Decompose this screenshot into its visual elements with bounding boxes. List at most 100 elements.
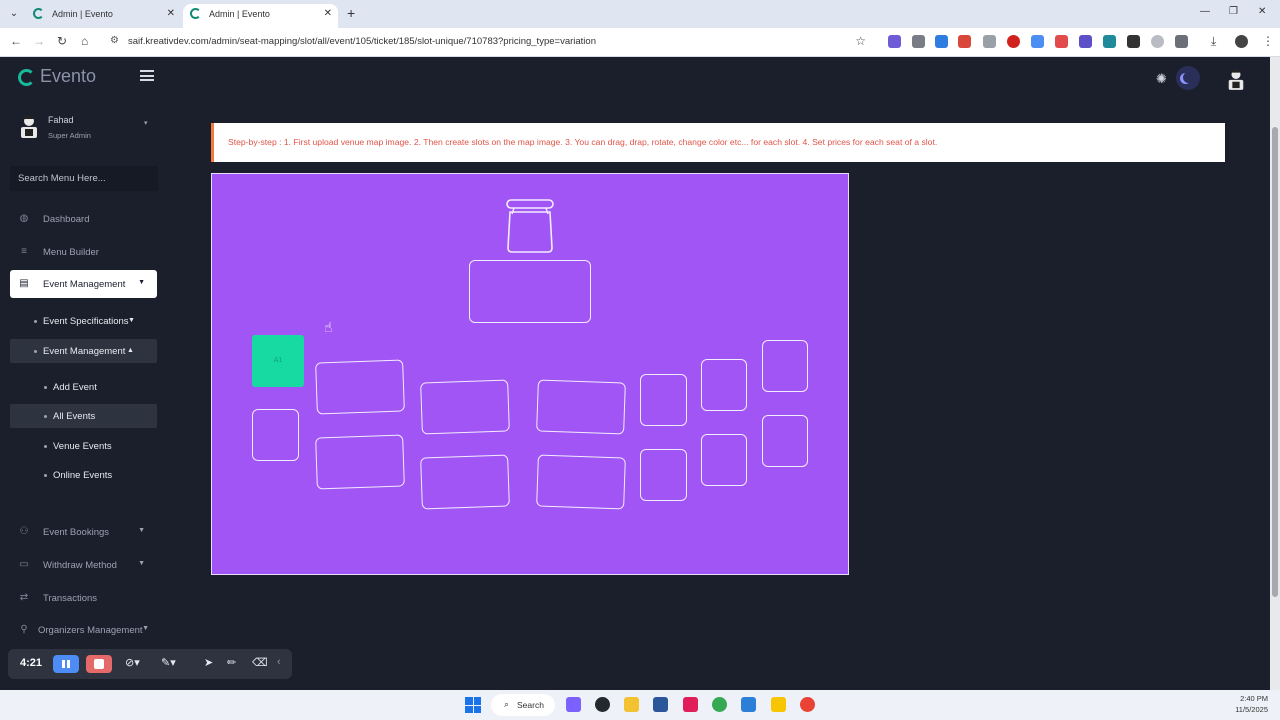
copilot-icon[interactable] [566, 697, 581, 712]
taskbar-search[interactable]: ⌕ Search [491, 694, 555, 716]
pen-icon[interactable]: ✏ [227, 656, 236, 669]
store-icon[interactable] [653, 697, 668, 712]
stage-chair-shape[interactable] [504, 198, 556, 254]
sidebar-item-event-bookings[interactable]: ⚇ Event Bookings ▼ [10, 518, 157, 546]
home-icon[interactable]: ⌂ [81, 34, 88, 48]
submenu-all-events[interactable]: All Events [10, 404, 157, 428]
slack-icon[interactable] [683, 697, 698, 712]
extension-icon[interactable] [888, 35, 901, 48]
recording-time: 4:21 [20, 657, 43, 669]
venue-map-canvas[interactable]: A1 [211, 173, 849, 575]
extension-icon[interactable] [912, 35, 925, 48]
extensions-puzzle-icon[interactable] [1175, 35, 1188, 48]
sidebar-item-transactions[interactable]: ⇄ Transactions [10, 584, 157, 612]
slot[interactable] [640, 374, 687, 426]
reload-icon[interactable]: ↻ [57, 34, 67, 48]
header-avatar[interactable] [1226, 67, 1246, 91]
bookings-icon: ⚇ [19, 526, 29, 537]
github-icon[interactable] [595, 697, 610, 712]
slot-a1-selected[interactable]: A1 [252, 335, 304, 387]
slot[interactable] [640, 449, 687, 501]
restore-icon[interactable]: ❐ [1229, 6, 1238, 17]
sidebar-item-organizers-management[interactable]: ⚲ Organizers Management ▼ [10, 616, 157, 644]
submenu-label: Event Specifications [43, 316, 129, 327]
slot[interactable] [420, 454, 510, 510]
file-explorer-icon[interactable] [624, 697, 639, 712]
user-menu-caret-icon[interactable]: ▾ [144, 119, 148, 127]
slot[interactable] [762, 340, 808, 392]
submenu-online-events[interactable]: Online Events [10, 463, 157, 487]
extension-icon[interactable] [1151, 35, 1164, 48]
submenu-event-specifications[interactable]: Event Specifications ▼ [10, 309, 157, 333]
profile-avatar[interactable] [1235, 35, 1248, 48]
bullet-icon [44, 445, 47, 448]
new-tab-icon[interactable]: + [347, 5, 355, 21]
slot[interactable] [762, 415, 808, 467]
extension-icon[interactable] [1127, 35, 1140, 48]
close-tab-icon[interactable]: ✕ [167, 4, 175, 24]
search-menu-input[interactable]: Search Menu Here... [10, 166, 158, 191]
extension-icon[interactable] [958, 35, 971, 48]
extension-icon[interactable] [1055, 35, 1068, 48]
sidebar-item-dashboard[interactable]: ◍ Dashboard [10, 205, 157, 233]
submenu-venue-events[interactable]: Venue Events [10, 434, 157, 458]
slot[interactable] [420, 379, 510, 435]
slot-stage[interactable] [469, 260, 591, 323]
site-info-icon[interactable]: ⚙ [110, 35, 119, 46]
forward-icon[interactable]: → [33, 34, 45, 48]
close-tab-icon[interactable]: ✕ [324, 4, 332, 24]
extension-icon[interactable] [1103, 35, 1116, 48]
chrome-profile-icon[interactable] [800, 697, 815, 712]
slot[interactable] [701, 359, 747, 411]
download-icon[interactable]: ⤓ [1211, 34, 1216, 49]
slot[interactable] [315, 434, 405, 490]
pause-recording-button[interactable] [53, 655, 79, 673]
extension-icon[interactable] [1031, 35, 1044, 48]
slot[interactable] [252, 409, 299, 461]
taskbar-search-label: Search [517, 700, 544, 710]
evento-logo-icon [18, 69, 35, 86]
palette-icon: ◍ [19, 213, 29, 224]
extension-icon[interactable] [1079, 35, 1092, 48]
slot[interactable] [536, 454, 626, 510]
system-clock[interactable]: 2:40 PM 11/5/2025 [1226, 693, 1268, 715]
minimize-icon[interactable]: — [1200, 6, 1210, 17]
address-bar[interactable]: ⚙ saif.kreativdev.com/admin/seat-mapping… [104, 31, 874, 53]
clock-time: 2:40 PM [1240, 694, 1268, 703]
extension-icon[interactable] [935, 35, 948, 48]
stop-recording-button[interactable] [86, 655, 112, 673]
tab-search-icon[interactable]: ⌄ [6, 6, 22, 22]
sidebar: Evento Fahad Super Admin ▾ Search Menu H… [0, 57, 168, 690]
slot[interactable] [315, 359, 405, 415]
sidebar-item-menu-builder[interactable]: ≡ Menu Builder [10, 238, 157, 266]
slot[interactable] [536, 379, 626, 435]
sidebar-item-withdraw-method[interactable]: ▭ Withdraw Method ▼ [10, 551, 157, 579]
submenu-add-event[interactable]: Add Event [10, 375, 157, 399]
camera-off-icon[interactable]: ⊘▾ [125, 656, 140, 669]
chrome-icon[interactable] [712, 697, 727, 712]
hamburger-menu-icon[interactable] [140, 70, 154, 81]
page-scrollbar[interactable] [1270, 57, 1280, 690]
browser-tab-1[interactable]: Admin | Evento ✕ [26, 4, 181, 28]
bookmark-star-icon[interactable]: ☆ [855, 34, 866, 48]
extension-icon[interactable] [1007, 35, 1020, 48]
eraser-icon[interactable]: ⌫ [252, 656, 268, 669]
sidebar-item-event-management[interactable]: ▤ Event Management ▼ [10, 270, 157, 298]
sticky-notes-icon[interactable] [771, 697, 786, 712]
browser-tab-2[interactable]: Admin | Evento ✕ [183, 4, 338, 28]
submenu-event-management[interactable]: Event Management ▲ [10, 339, 157, 363]
user-avatar[interactable] [18, 113, 40, 139]
pointer-icon[interactable]: ➤ [204, 656, 213, 669]
back-icon[interactable]: ← [10, 34, 22, 48]
scrollbar-thumb[interactable] [1272, 127, 1278, 597]
vscode-icon[interactable] [741, 697, 756, 712]
slot[interactable] [701, 434, 747, 486]
moon-icon[interactable] [1176, 66, 1200, 90]
mic-off-icon[interactable]: ✎▾ [161, 656, 176, 669]
sun-icon[interactable]: ✺ [1156, 71, 1167, 87]
extension-icon[interactable] [983, 35, 996, 48]
windows-start-icon[interactable] [465, 697, 481, 713]
close-window-icon[interactable]: ✕ [1258, 6, 1266, 17]
browser-menu-icon[interactable]: ⋮ [1262, 34, 1274, 48]
collapse-icon[interactable]: ‹ [277, 656, 281, 668]
